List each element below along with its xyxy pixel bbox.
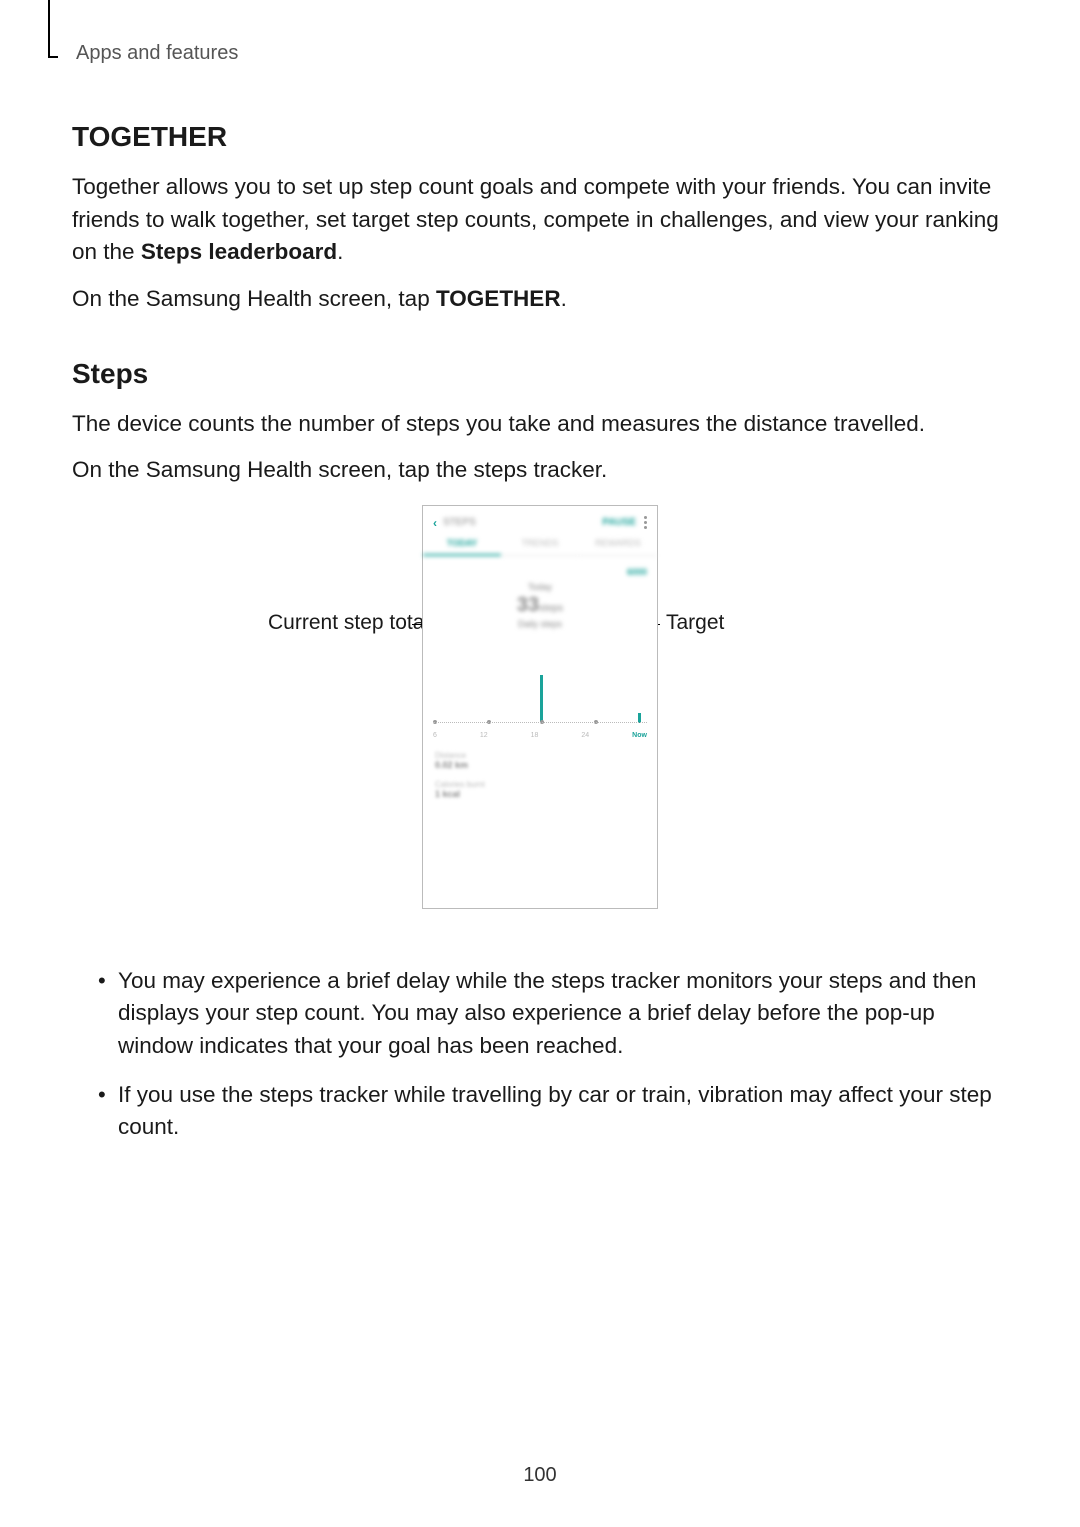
phone-stats: Distance 0.02 km Calories burnt 1 kcal xyxy=(423,739,657,799)
callout-current-step-total: Current step total xyxy=(268,611,429,635)
phone-tab-rewards: REWARDS xyxy=(579,538,657,556)
phone-stat-distance-value: 0.02 km xyxy=(435,760,645,770)
phone-step-number: 33 xyxy=(517,594,539,616)
phone-target-value: 6000 xyxy=(627,567,647,577)
phone-tick: Now xyxy=(632,732,647,739)
steps-figure: Current step total Target ‹ STEPS PAUSE … xyxy=(72,505,1008,935)
phone-stat-distance-label: Distance xyxy=(435,751,645,760)
note-list: You may experience a brief delay while t… xyxy=(94,965,1008,1160)
back-chevron-icon: ‹ xyxy=(433,516,437,530)
note-block: You may experience a brief delay while t… xyxy=(72,965,1008,1160)
phone-tabs: TODAY TRENDS REWARDS xyxy=(423,538,657,556)
phone-today-label: Today xyxy=(423,582,657,592)
phone-tab-trends: TRENDS xyxy=(501,538,579,556)
phone-pause-label: PAUSE xyxy=(602,517,636,528)
callout-target: Target xyxy=(666,611,724,635)
phone-tick: 24 xyxy=(581,732,589,739)
phone-tick: 12 xyxy=(480,732,488,739)
phone-stat-calories-value: 1 kcal xyxy=(435,789,645,799)
phone-tick: 18 xyxy=(531,732,539,739)
phone-tab-today: TODAY xyxy=(423,538,501,556)
together-paragraph: Together allows you to set up step count… xyxy=(72,171,1008,269)
note-item: If you use the steps tracker while trave… xyxy=(94,1079,1008,1144)
together-instr-post: . xyxy=(561,286,567,311)
steps-paragraph: The device counts the number of steps yo… xyxy=(72,408,1008,441)
together-para-post: . xyxy=(337,239,343,264)
phone-header: ‹ STEPS PAUSE xyxy=(423,506,657,530)
section-steps-title: Steps xyxy=(72,358,1008,390)
phone-header-title: STEPS xyxy=(443,517,476,528)
phone-tick: 6 xyxy=(433,732,437,739)
phone-center-block: Today 33steps Daily steps xyxy=(423,580,657,629)
together-instruction: On the Samsung Health screen, tap TOGETH… xyxy=(72,283,1008,316)
page-number: 100 xyxy=(0,1464,1080,1487)
note-item: You may experience a brief delay while t… xyxy=(94,965,1008,1063)
phone-step-value: 33steps xyxy=(423,594,657,617)
corner-rule xyxy=(48,0,50,56)
together-instr-bold: TOGETHER xyxy=(436,286,561,311)
section-together-title: TOGETHER xyxy=(72,121,1008,153)
phone-stat-calories-label: Calories burnt xyxy=(435,780,645,789)
running-header: Apps and features xyxy=(76,42,1008,65)
together-para-bold: Steps leaderboard xyxy=(141,239,337,264)
more-options-icon xyxy=(644,516,647,529)
phone-sub-label: Daily steps xyxy=(423,619,657,629)
together-instr-pre: On the Samsung Health screen, tap xyxy=(72,286,436,311)
phone-chart-baseline xyxy=(433,722,647,723)
phone-mockup: ‹ STEPS PAUSE TODAY TRENDS REWARDS 6000 … xyxy=(422,505,658,909)
phone-header-right: PAUSE xyxy=(602,516,647,529)
steps-instruction: On the Samsung Health screen, tap the st… xyxy=(72,454,1008,487)
phone-chart: 6 12 18 24 Now xyxy=(433,649,647,739)
phone-chart-ticks: 6 12 18 24 Now xyxy=(433,732,647,739)
phone-step-unit: steps xyxy=(539,603,563,614)
phone-chart-bar xyxy=(540,675,543,723)
